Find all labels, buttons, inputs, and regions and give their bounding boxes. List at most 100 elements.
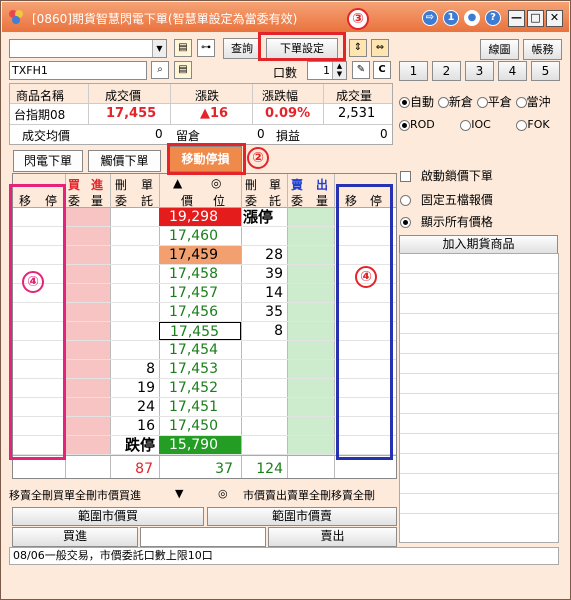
- show-all-option[interactable]: 顯示所有價格: [400, 213, 493, 230]
- close-button[interactable]: ✕: [546, 10, 563, 27]
- add-product-button[interactable]: 加入期貨商品: [399, 235, 558, 254]
- buy-button[interactable]: 買進: [12, 527, 138, 547]
- chat-icon[interactable]: ●: [464, 10, 480, 26]
- ladder-price[interactable]: 17,454: [159, 341, 241, 359]
- switch-icon[interactable]: ⇨: [422, 10, 438, 26]
- fixed5-radio[interactable]: [400, 195, 411, 206]
- header-order-buy: 單: [141, 178, 154, 192]
- price-change-pct: 0.09%: [265, 106, 311, 121]
- header-entrust-del-buy: 委: [115, 194, 128, 208]
- radio-close[interactable]: [476, 97, 488, 108]
- ladder-price[interactable]: 17,455: [159, 322, 241, 340]
- window: [0860]期貨智慧閃電下單(智慧單設定為當委有效) ⇨ 1 ● ? — □ ✕…: [0, 0, 571, 600]
- swap-icon[interactable]: ⇔: [371, 39, 389, 57]
- qty-stepper[interactable]: ▲ ▼: [332, 62, 346, 79]
- ladder-bid-qty[interactable]: 跌停: [113, 436, 155, 454]
- ladder-price[interactable]: 17,460: [159, 227, 241, 245]
- ladder-ask-qty[interactable]: 14: [243, 284, 283, 302]
- ladder-bid-qty[interactable]: 8: [113, 360, 155, 378]
- num-button-5[interactable]: 5: [531, 61, 560, 81]
- fixed5-label: 固定五檔報價: [420, 193, 493, 207]
- help-icon[interactable]: ?: [485, 10, 501, 26]
- search-icon[interactable]: ⌕: [151, 61, 169, 79]
- range-market-sell-button[interactable]: 範圍市價賣: [207, 507, 397, 526]
- radio-auto[interactable]: [399, 97, 410, 108]
- chevron-down-icon[interactable]: ▼: [152, 40, 166, 57]
- tab-touch-order[interactable]: 觸價下單: [88, 150, 161, 172]
- hold-label: 留倉: [176, 129, 201, 143]
- radio-new[interactable]: [437, 97, 449, 108]
- show-all-radio[interactable]: [400, 217, 411, 228]
- ladder-bid-qty[interactable]: 24: [113, 398, 155, 416]
- account-select[interactable]: [9, 39, 167, 58]
- radio-fok[interactable]: [516, 119, 528, 131]
- radio-rod[interactable]: [399, 119, 410, 131]
- ladder-ask-qty[interactable]: 28: [243, 246, 283, 264]
- total-ask: 124: [256, 461, 283, 477]
- maximize-button[interactable]: □: [527, 10, 544, 27]
- pl-label: 損益: [276, 129, 301, 143]
- ladder-ask-qty[interactable]: 39: [243, 265, 283, 283]
- annotation-4-left: ④: [22, 271, 44, 293]
- tab-flash-order[interactable]: 閃電下單: [13, 150, 83, 172]
- ladder-bid-qty[interactable]: 16: [113, 417, 155, 435]
- mode-options: 自動 新倉 平倉 當沖: [399, 93, 551, 110]
- ladder-price[interactable]: 17,450: [159, 417, 241, 435]
- header-change-pct: 漲跌幅: [262, 89, 299, 103]
- ladder-price[interactable]: 17,457: [159, 284, 241, 302]
- ladder-price[interactable]: 17,458: [159, 265, 241, 283]
- header-qty-sell: 量: [316, 194, 329, 208]
- minimize-button[interactable]: —: [508, 10, 525, 27]
- num-button-2[interactable]: 2: [432, 61, 461, 81]
- start-limit-checkbox[interactable]: [400, 171, 411, 182]
- header-tuo-buy: 託: [141, 194, 154, 208]
- buy-cancel-group[interactable]: 移賣全刪買單全刪市價買進: [9, 487, 169, 503]
- start-limit-option[interactable]: 啟動鎖價下單: [400, 167, 493, 184]
- range-market-buy-button[interactable]: 範圍市價買: [12, 507, 204, 526]
- num-button-1[interactable]: 1: [399, 61, 428, 81]
- header-entrust-sell2: 委: [291, 194, 304, 208]
- title-bar: [0860]期貨智慧閃電下單(智慧單設定為當委有效) ⇨ 1 ● ? — □ ✕: [2, 2, 569, 32]
- scroll-down-icon[interactable]: ▼: [175, 487, 183, 500]
- radio-ioc[interactable]: [460, 119, 472, 131]
- account-button[interactable]: 帳務: [523, 39, 562, 60]
- header-price: 價: [181, 194, 194, 208]
- ladder-bid-qty[interactable]: 19: [113, 379, 155, 397]
- header-in: 進: [91, 178, 104, 192]
- ladder-price[interactable]: 17,452: [159, 379, 241, 397]
- header-change: 漲跌: [195, 89, 220, 103]
- clear-button[interactable]: C: [373, 61, 391, 79]
- ladder-ask-qty[interactable]: 漲停: [243, 208, 283, 226]
- ladder-price[interactable]: 17,453: [159, 360, 241, 378]
- ladder-price[interactable]: 15,790: [159, 436, 241, 454]
- chart-button[interactable]: 線圖: [480, 39, 519, 60]
- up-down-icon[interactable]: ⇕: [349, 39, 367, 57]
- header-order-sell: 單: [269, 178, 282, 192]
- ladder-price[interactable]: 19,298: [159, 208, 241, 226]
- list-icon[interactable]: ▤: [174, 61, 192, 79]
- center-bottom-icon[interactable]: ◎: [218, 487, 228, 500]
- ladder-ask-qty[interactable]: 8: [243, 322, 283, 340]
- sell-button[interactable]: 賣出: [268, 527, 397, 547]
- fixed5-option[interactable]: 固定五檔報價: [400, 191, 493, 208]
- num-button-3[interactable]: 3: [465, 61, 494, 81]
- sell-cancel-group[interactable]: 市價賣出賣單全刪移賣全刪: [243, 487, 398, 503]
- ladder-price[interactable]: 17,451: [159, 398, 241, 416]
- radio-daytrade[interactable]: [515, 97, 527, 108]
- num-button-4[interactable]: 4: [498, 61, 527, 81]
- order-book-icon[interactable]: ▤: [174, 39, 192, 57]
- blank-button[interactable]: [140, 527, 266, 547]
- ladder-price[interactable]: 17,459: [159, 246, 241, 264]
- center-icon[interactable]: ◎: [211, 176, 221, 190]
- query-button[interactable]: 查詢: [223, 38, 261, 59]
- ladder-ask-qty[interactable]: 35: [243, 303, 283, 321]
- info-icon[interactable]: 1: [443, 10, 459, 26]
- product-list: [399, 253, 559, 543]
- scroll-up-icon[interactable]: ▲: [173, 176, 182, 190]
- pin-icon[interactable]: ✎: [352, 61, 370, 79]
- key-icon[interactable]: ⊶: [197, 39, 215, 57]
- symbol-input[interactable]: TXFH1: [9, 61, 147, 80]
- qty-label: 口數: [273, 66, 298, 80]
- status-bar: 08/06一般交易，市價委託口數上限10口: [9, 547, 559, 565]
- ladder-price[interactable]: 17,456: [159, 303, 241, 321]
